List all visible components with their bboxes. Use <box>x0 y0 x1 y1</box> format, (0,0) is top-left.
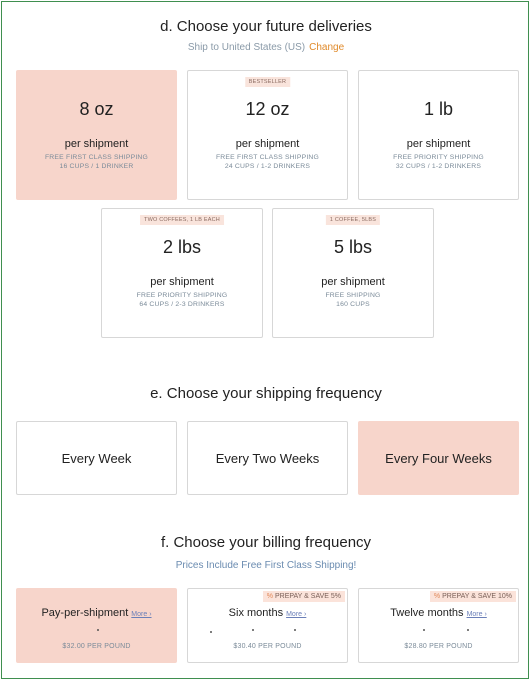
save-badge: % PREPAY & SAVE 10% <box>429 591 516 602</box>
billing-six-months[interactable]: % PREPAY & SAVE 5% Six months More › $30.4… <box>187 588 348 663</box>
delivery-cups: 64 CUPS / 2-3 DRINKERS <box>139 301 225 308</box>
save-text: PREPAY & SAVE 10% <box>442 593 512 600</box>
delivery-cups: 160 CUPS <box>336 301 370 308</box>
frequency-title: e. Choose your shipping frequency <box>150 385 382 402</box>
save-text: PREPAY & SAVE 5% <box>274 593 341 600</box>
billing-title-row: Twelve months More › <box>359 607 518 619</box>
delivery-cups: 24 CUPS / 1-2 DRINKERS <box>224 163 311 170</box>
billing-title-row: Six months More › <box>188 607 347 619</box>
deliveries-title: d. Choose your future deliveries <box>160 18 372 35</box>
delivery-size: 1 lb <box>423 99 454 119</box>
frequency-label: Every Two Weeks <box>215 451 320 466</box>
billing-twelve-months[interactable]: % PREPAY & SAVE 10% Twelve months More › $… <box>358 588 519 663</box>
billing-price: $32.00 PER POUND <box>62 643 131 650</box>
change-link[interactable]: Change <box>309 42 344 53</box>
delivery-option-1lb[interactable]: 1 lb per shipment FREE PRIORITY SHIPPING… <box>358 70 519 200</box>
delivery-shipping: FREE PRIORITY SHIPPING <box>136 292 228 299</box>
delivery-option-12oz[interactable]: BESTSELLER 12 oz per shipment FREE FIRST… <box>187 70 348 200</box>
delivery-size: 2 lbs <box>162 237 202 257</box>
billing-subtitle: Prices Include Free First Class Shipping… <box>175 560 357 571</box>
delivery-per: per shipment <box>150 276 214 288</box>
billing-pay-per-shipment[interactable]: Pay-per-shipment More › $32.00 PER POUND <box>16 588 177 663</box>
frequency-every-week[interactable]: Every Week <box>16 421 177 495</box>
delivery-option-5lbs[interactable]: 1 COFFEE, 5LBS 5 lbs per shipment FREE S… <box>272 208 434 338</box>
frequency-label: Every Week <box>61 451 132 466</box>
billing-label: Six months <box>228 607 284 619</box>
frequency-every-four-weeks[interactable]: Every Four Weeks <box>358 421 519 495</box>
delivery-size: 5 lbs <box>333 237 373 257</box>
percent-icon: % <box>266 593 273 600</box>
delivery-shipping: FREE FIRST CLASS SHIPPING <box>44 154 149 161</box>
delivery-per: per shipment <box>321 276 385 288</box>
one-coffee-badge: 1 COFFEE, 5LBS <box>325 215 381 225</box>
frequency-every-two-weeks[interactable]: Every Two Weeks <box>187 421 348 495</box>
frequency-label: Every Four Weeks <box>385 451 492 466</box>
delivery-cups: 16 CUPS / 1 DRINKER <box>59 163 134 170</box>
billing-title-row: Pay-per-shipment More › <box>17 607 176 619</box>
billing-price: $30.40 PER POUND <box>233 643 302 650</box>
price-dots <box>17 627 176 633</box>
delivery-shipping: FREE FIRST CLASS SHIPPING <box>215 154 320 161</box>
delivery-cups: 32 CUPS / 1-2 DRINKERS <box>395 163 482 170</box>
delivery-option-8oz[interactable]: 8 oz per shipment FREE FIRST CLASS SHIPP… <box>16 70 177 200</box>
billing-label: Pay-per-shipment <box>41 607 129 619</box>
delivery-per: per shipment <box>406 138 471 150</box>
delivery-shipping: FREE PRIORITY SHIPPING <box>393 154 484 161</box>
more-link[interactable]: More › <box>467 611 487 618</box>
delivery-size: 12 oz <box>245 99 290 119</box>
price-dots <box>359 627 518 633</box>
delivery-shipping: FREE SHIPPING <box>325 292 381 299</box>
more-link[interactable]: More › <box>286 611 306 618</box>
price-dots <box>188 627 347 633</box>
percent-icon: % <box>433 593 441 600</box>
save-badge: % PREPAY & SAVE 5% <box>262 591 345 602</box>
billing-label: Twelve months <box>390 607 464 619</box>
bestseller-badge: BESTSELLER <box>244 77 291 87</box>
delivery-per: per shipment <box>235 138 300 150</box>
delivery-size: 8 oz <box>79 99 114 119</box>
two-coffees-badge: TWO COFFEES, 1 LB EACH <box>140 215 224 225</box>
ship-to-text: Ship to United States (US) <box>187 42 306 53</box>
ship-to-line: Ship to United States (US) Change <box>0 42 532 53</box>
delivery-option-2lbs[interactable]: TWO COFFEES, 1 LB EACH 2 lbs per shipmen… <box>101 208 263 338</box>
billing-price: $28.80 PER POUND <box>404 643 473 650</box>
billing-title: f. Choose your billing frequency <box>160 534 372 551</box>
more-link[interactable]: More › <box>131 611 151 618</box>
delivery-per: per shipment <box>64 138 129 150</box>
